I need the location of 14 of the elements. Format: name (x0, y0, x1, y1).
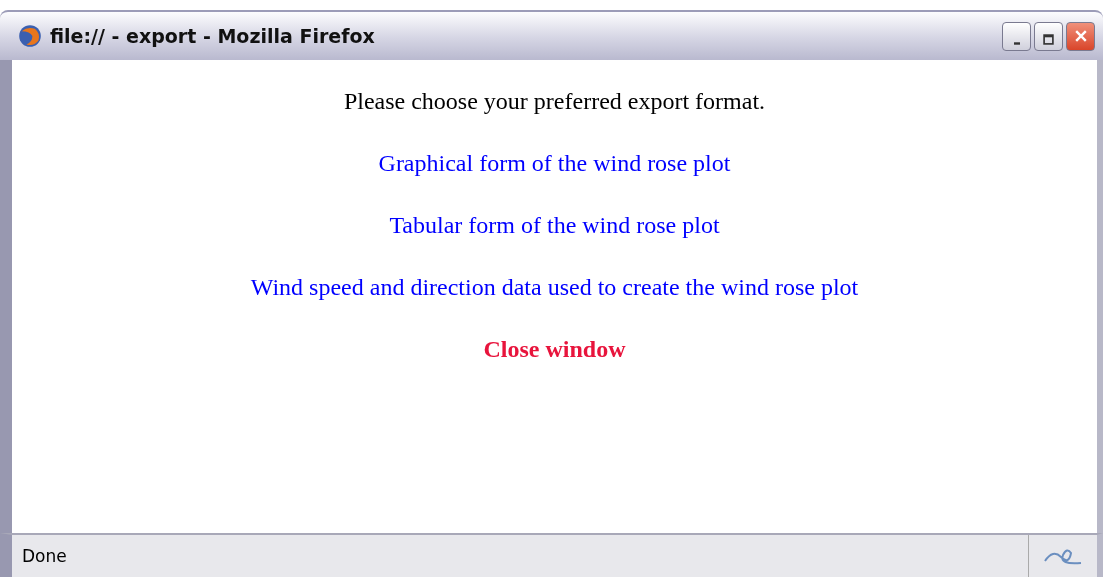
export-link[interactable]: Tabular form of the wind rose plot (389, 212, 720, 239)
close-button[interactable] (1066, 21, 1095, 51)
close-window-link[interactable]: Close window (483, 336, 626, 363)
globe-icon (18, 24, 42, 48)
close-icon (1074, 30, 1087, 42)
export-link[interactable]: Wind speed and direction data used to create the wind rose plot (250, 274, 859, 301)
minimize-icon (1013, 41, 1020, 45)
minimize-button[interactable] (1002, 21, 1031, 51)
maximize-button[interactable] (1034, 21, 1063, 51)
instruction-text: Please choose your preferred export format. (343, 88, 766, 115)
maximize-icon (1043, 33, 1054, 45)
status-text: Done (21, 546, 67, 566)
export-link[interactable]: Graphical form of the wind rose plot (378, 150, 731, 177)
window-title: file:// - export - Mozilla Firefox (50, 25, 375, 47)
